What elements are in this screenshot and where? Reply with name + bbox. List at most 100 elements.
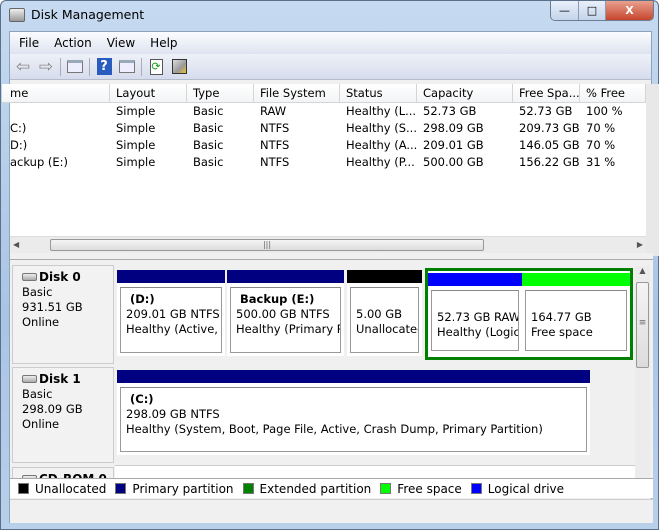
maximize-button[interactable]: □ xyxy=(579,1,606,20)
cell-file-system: NTFS xyxy=(260,138,290,152)
legend-label: Extended partition xyxy=(259,481,372,496)
partition-1-0[interactable]: (C:) 298.09 GB NTFS Healthy (System, Boot,… xyxy=(117,370,590,455)
table-row[interactable]: ackup (E:) Simple Basic NTFS Healthy (P... 50… xyxy=(10,154,646,171)
cell-free-space: 156.22 GB xyxy=(519,155,580,169)
horizontal-scrollbar[interactable]: ◀ ||| ▶ xyxy=(10,236,646,253)
legend-label: Primary partition xyxy=(132,481,234,496)
partition-0-4[interactable]: 164.77 GB Free space xyxy=(522,273,630,354)
cell-percent-free: 100 % xyxy=(586,104,623,118)
menu-file[interactable]: File xyxy=(19,36,39,50)
scrollbar-thumb[interactable]: ≡ xyxy=(636,282,649,368)
column-header-percent-free[interactable]: % Free xyxy=(580,84,646,103)
vertical-scrollbar[interactable] xyxy=(646,84,659,256)
pane-splitter[interactable] xyxy=(10,253,653,260)
volume-list: me Layout Type File System Status Capacity Fre… xyxy=(2,84,646,236)
partition-status: Healthy (Primary Pa xyxy=(236,322,341,336)
close-button[interactable]: X xyxy=(606,1,653,20)
disk-state: Online xyxy=(22,417,60,431)
disk-state: Online xyxy=(22,315,60,329)
cell-layout: Simple xyxy=(116,138,156,152)
disk-label-0[interactable]: Disk 0 Basic 931.51 GB Online xyxy=(12,265,114,364)
cell-name: C:) xyxy=(10,121,27,135)
scrollbar-thumb[interactable]: ||| xyxy=(50,239,484,251)
cell-type: Basic xyxy=(193,138,224,152)
graphical-vertical-scrollbar[interactable]: ▲ ≡ xyxy=(635,266,650,478)
back-icon[interactable]: ⇦ xyxy=(14,57,32,77)
partition-size: 52.73 GB RAW xyxy=(437,310,519,324)
forward-icon[interactable]: ⇨ xyxy=(37,57,55,77)
cell-type: Basic xyxy=(193,121,224,135)
legend-swatch xyxy=(380,483,392,494)
partition-color-bar xyxy=(117,270,225,283)
cell-capacity: 298.09 GB xyxy=(423,121,484,135)
disk-size: 931.51 GB xyxy=(22,300,83,314)
partition-title: (D:) xyxy=(130,292,155,306)
legend-swatch xyxy=(242,483,254,494)
partition-size: 5.00 GB xyxy=(356,307,403,321)
partition-size: 164.77 GB xyxy=(531,310,592,324)
cell-layout: Simple xyxy=(116,104,156,118)
partition-status: Healthy (System, Boot, Page File, Active… xyxy=(126,422,543,436)
table-row[interactable]: C:) Simple Basic NTFS Healthy (S... 298.09 GB… xyxy=(10,120,646,137)
show-hide-console-tree-icon[interactable] xyxy=(66,58,84,76)
partition-status: Healthy (Logica xyxy=(437,325,519,339)
table-row[interactable]: D:) Simple Basic NTFS Healthy (A... 209.01 GB… xyxy=(10,137,646,154)
help-icon[interactable]: ? xyxy=(95,58,113,76)
partition-color-bar xyxy=(227,270,344,283)
cell-free-space: 52.73 GB xyxy=(519,104,573,118)
cell-capacity: 500.00 GB xyxy=(423,155,484,169)
column-header-type[interactable]: Type xyxy=(187,84,254,103)
cell-file-system: NTFS xyxy=(260,121,290,135)
cell-capacity: 209.01 GB xyxy=(423,138,484,152)
disk-name: Disk 1 xyxy=(39,372,81,386)
partition-status: Free space xyxy=(531,325,593,339)
menu-view[interactable]: View xyxy=(107,36,135,50)
legend-swatch xyxy=(115,483,127,494)
cell-name xyxy=(2,103,110,120)
toolbar: ⇦ ⇨ ? ⟳ xyxy=(10,54,651,80)
partition-status: Healthy (Active, P xyxy=(126,322,222,336)
partition-size: 298.09 GB NTFS xyxy=(126,407,220,421)
partition-color-bar xyxy=(522,273,630,286)
cell-percent-free: 70 % xyxy=(586,138,616,152)
hard-disk-icon xyxy=(22,375,37,383)
disk-size: 298.09 GB xyxy=(22,402,83,416)
properties-icon[interactable] xyxy=(170,58,188,76)
column-header-capacity[interactable]: Capacity xyxy=(417,84,513,103)
show-action-pane-icon[interactable] xyxy=(118,58,136,76)
cell-status: Healthy (P... xyxy=(346,155,415,169)
cell-type: Basic xyxy=(193,155,224,169)
disk-type: Basic xyxy=(22,285,53,299)
partition-0-1[interactable]: Backup (E:) 500.00 GB NTFS Healthy (Primar… xyxy=(227,270,344,356)
legend-label: Unallocated xyxy=(35,481,107,496)
disk-management-icon xyxy=(9,8,25,22)
disk-graphical-view: ▲ ≡ Disk 0 Basic 931.51 GB Online Disk 1 Basi… xyxy=(10,260,653,478)
table-row[interactable]: Simple Basic RAW Healthy (L... 52.73 GB 52.73… xyxy=(10,103,646,120)
legend-label: Free space xyxy=(397,481,462,496)
cell-file-system: NTFS xyxy=(260,155,290,169)
cell-layout: Simple xyxy=(116,121,156,135)
partition-0-0[interactable]: (D:) 209.01 GB NTFS Healthy (Active, P xyxy=(117,270,225,356)
cell-status: Healthy (S... xyxy=(346,121,417,135)
partition-0-3[interactable]: 52.73 GB RAW Healthy (Logica xyxy=(428,273,522,354)
refresh-icon[interactable]: ⟳ xyxy=(147,58,165,76)
column-header-status[interactable]: Status xyxy=(340,84,417,103)
disk-label-1[interactable]: Disk 1 Basic 298.09 GB Online xyxy=(12,367,114,463)
menu-action[interactable]: Action xyxy=(54,36,92,50)
column-header-free-space[interactable]: Free Spa... xyxy=(513,84,580,103)
cell-status: Healthy (A... xyxy=(346,138,417,152)
minimize-button[interactable]: — xyxy=(551,1,579,20)
cell-free-space: 209.73 GB xyxy=(519,121,580,135)
cell-percent-free: 31 % xyxy=(586,155,616,169)
partition-title: (C:) xyxy=(130,392,154,406)
cell-file-system: RAW xyxy=(260,104,287,118)
partition-0-2[interactable]: 5.00 GB Unallocated xyxy=(347,270,422,356)
menu-help[interactable]: Help xyxy=(150,36,177,50)
column-header-file-system[interactable]: File System xyxy=(254,84,340,103)
legend: Unallocated Primary partition Extended par… xyxy=(10,478,653,498)
column-header-name[interactable]: me xyxy=(2,84,110,103)
partition-color-bar xyxy=(347,270,422,283)
disk-label-2[interactable]: CD-ROM 0 xyxy=(12,467,114,478)
window-title: Disk Management xyxy=(31,7,145,22)
column-header-layout[interactable]: Layout xyxy=(110,84,187,103)
